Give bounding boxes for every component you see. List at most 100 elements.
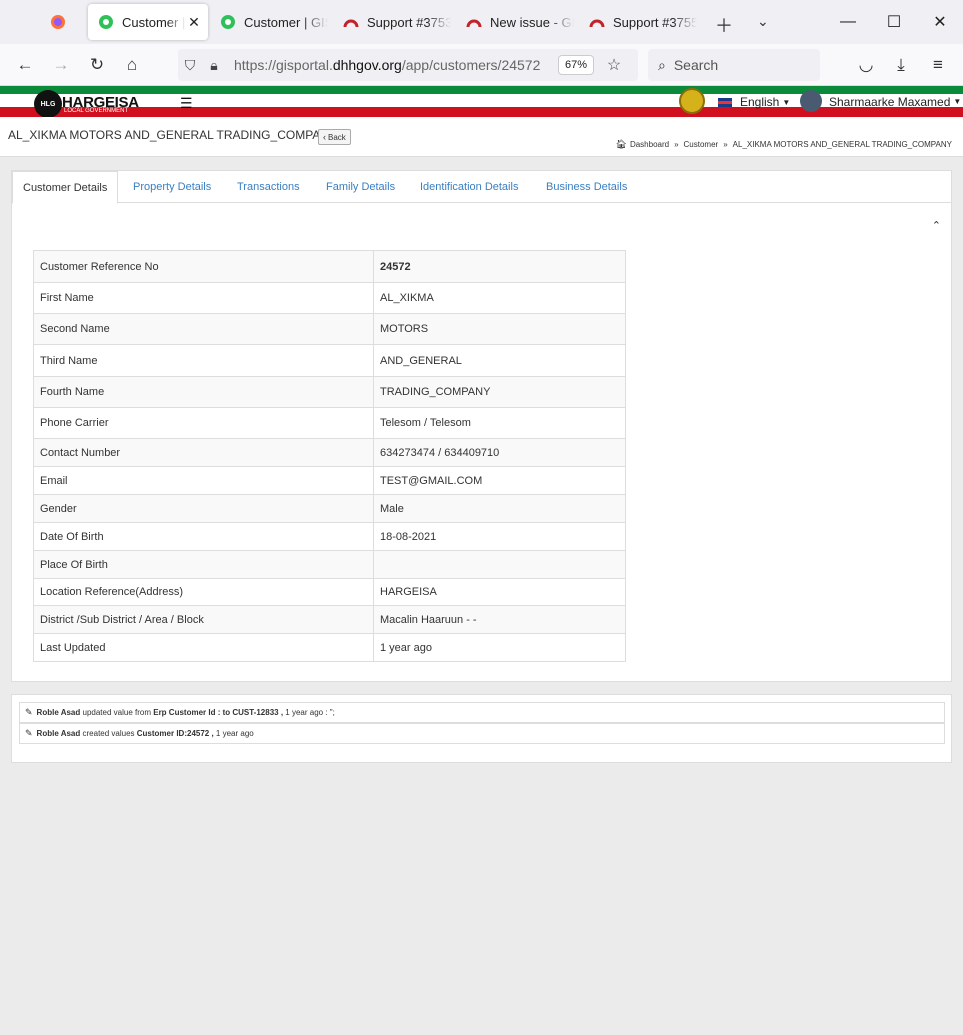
caret-down-icon: ▼	[953, 97, 962, 106]
browser-nav-bar: ← → ↻ ⌂ ⛉ 🔒︎ https://gisportal.dhhgov.or…	[0, 44, 963, 86]
tab-customer-active[interactable]: Customer | GIS ✕	[88, 4, 208, 40]
user-menu[interactable]: Sharmaarke Maxamed ▼	[829, 95, 961, 109]
tab-title: Customer | GIS	[122, 14, 186, 30]
reload-icon[interactable]: ↻	[85, 53, 109, 77]
browser-tab-bar: Customer | GIS ✕ Customer | GIS Support …	[0, 0, 963, 44]
search-placeholder: Search	[673, 57, 719, 73]
field-label: Last Updated	[33, 633, 374, 662]
field-label: Date Of Birth	[33, 522, 374, 551]
tab-transactions[interactable]: Transactions	[237, 171, 300, 203]
activity-item: ✎ Roble Asad updated value from Erp Cust…	[19, 702, 945, 723]
firefox-menu-tab[interactable]	[40, 4, 80, 40]
gis-favicon	[220, 14, 236, 30]
language-label: English	[740, 95, 780, 109]
customer-panel: Customer Details Property Details Transa…	[11, 170, 952, 682]
redmine-favicon	[466, 14, 482, 30]
table-row: Contact Number 634273474 / 634409710	[33, 438, 626, 467]
field-value: 634273474 / 634409710	[373, 438, 626, 467]
chevron-left-icon: ‹	[323, 132, 326, 142]
breadcrumb-separator-icon: »	[723, 140, 728, 149]
app-menu-icon[interactable]: ≡	[926, 53, 950, 77]
lock-icon[interactable]: 🔒︎	[202, 57, 226, 74]
field-label: District /Sub District / Area / Block	[33, 605, 374, 634]
tab-business-details[interactable]: Business Details	[546, 171, 627, 203]
tab-support-3755[interactable]: Support #3755	[579, 4, 697, 40]
brand-subtitle: LOCAL GOVERNMENT	[64, 108, 129, 114]
field-value: AND_GENERAL	[373, 344, 626, 377]
activity-item: ✎ Roble Asad created values Customer ID:…	[19, 723, 945, 744]
url-bar[interactable]: ⛉ 🔒︎ https://gisportal.dhhgov.org/app/cu…	[178, 49, 638, 81]
tab-identification-details[interactable]: Identification Details	[420, 171, 518, 203]
breadcrumb: 🏠︎ Dashboard » Customer » AL_XIKMA MOTOR…	[616, 139, 953, 150]
back-label: Back	[328, 132, 346, 142]
language-selector[interactable]: English ▼	[718, 95, 790, 109]
page-title: AL_XIKMA MOTORS AND_GENERAL TRADING_COMP…	[8, 128, 337, 142]
table-row: First Name AL_XIKMA	[33, 282, 626, 314]
tab-family-details[interactable]: Family Details	[326, 171, 395, 203]
table-row: District /Sub District / Area / Block Mac…	[33, 605, 626, 634]
hargeisa-logo[interactable]: HLG	[34, 90, 62, 117]
table-row: Customer Reference No 24572	[33, 250, 626, 283]
tab-support-3753[interactable]: Support #3753	[333, 4, 451, 40]
field-label: Second Name	[33, 313, 374, 345]
bookmark-star-icon[interactable]: ☆	[602, 55, 626, 75]
home-icon: 🏠︎	[615, 139, 627, 149]
tab-customer-details[interactable]: Customer Details	[12, 171, 119, 204]
tab-title: Support #3753	[367, 14, 451, 30]
close-tab-icon[interactable]: ✕	[186, 14, 202, 31]
search-icon: ⌕	[658, 56, 666, 73]
activity-time: 1 year ago	[215, 729, 254, 738]
browser-search-input[interactable]: ⌕ Search	[648, 49, 820, 81]
maximize-icon[interactable]: ☐	[871, 0, 917, 44]
field-label: Third Name	[33, 344, 374, 377]
breadcrumb-separator-icon: »	[674, 140, 679, 149]
pocket-icon[interactable]: ◡	[854, 53, 878, 77]
minimize-icon[interactable]: —	[825, 0, 871, 44]
field-value: Macalin Haaruun - -	[373, 605, 626, 634]
back-button[interactable]: ‹ Back	[318, 129, 351, 145]
user-name: Sharmaarke Maxamed	[829, 95, 951, 109]
collapse-chevron-up-icon[interactable]: ⌃	[932, 219, 941, 232]
field-value: TRADING_COMPANY	[373, 376, 626, 408]
tab-title: Customer | GIS	[244, 14, 328, 30]
table-row: Email TEST@GMAIL.COM	[33, 466, 626, 495]
table-row: Phone Carrier Telesom / Telesom	[33, 407, 626, 439]
field-label: First Name	[33, 282, 374, 314]
table-row: Place Of Birth	[33, 550, 626, 579]
tab-customer-2[interactable]: Customer | GIS	[210, 4, 328, 40]
activity-action: updated value from	[82, 708, 152, 717]
activity-target: Erp Customer Id : to CUST-12833 ,	[153, 708, 284, 717]
table-row: Date Of Birth 18-08-2021	[33, 522, 626, 551]
list-tabs-chevron-icon[interactable]: ⌄	[757, 13, 769, 30]
breadcrumb-dashboard[interactable]: Dashboard	[630, 140, 669, 149]
close-window-icon[interactable]: ✕	[917, 0, 963, 44]
field-label: Place Of Birth	[33, 550, 374, 579]
redmine-favicon	[343, 14, 359, 30]
field-value: HARGEISA	[373, 578, 626, 606]
shield-icon[interactable]: ⛉	[178, 57, 202, 74]
tab-new-issue[interactable]: New issue - GIS	[456, 4, 574, 40]
table-row: Gender Male	[33, 494, 626, 523]
field-label: Gender	[33, 494, 374, 523]
government-emblem-icon	[679, 88, 705, 114]
zoom-level-button[interactable]: 67%	[558, 55, 595, 75]
downloads-icon[interactable]: ⤓	[889, 53, 913, 77]
activity-target: Customer ID:24572 ,	[136, 729, 214, 738]
tab-property-details[interactable]: Property Details	[133, 171, 211, 203]
field-value: 18-08-2021	[373, 522, 626, 551]
hamburger-menu-icon[interactable]: ☰	[180, 95, 193, 112]
field-value: Male	[373, 494, 626, 523]
detail-tabs: Customer Details Property Details Transa…	[12, 171, 951, 204]
customer-details-table: Customer Reference No 24572 First Name AL_…	[33, 250, 626, 662]
page-title-bar: AL_XIKMA MOTORS AND_GENERAL TRADING_COMP…	[0, 117, 963, 157]
home-icon[interactable]: ⌂	[120, 53, 144, 77]
new-tab-icon[interactable]: ＋	[715, 12, 733, 38]
avatar[interactable]	[800, 90, 822, 112]
field-value: Telesom / Telesom	[373, 407, 626, 439]
back-arrow-icon[interactable]: ←	[13, 53, 37, 77]
url-text[interactable]: https://gisportal.dhhgov.org/app/custome…	[234, 57, 552, 73]
breadcrumb-customer[interactable]: Customer	[684, 140, 719, 149]
field-label: Customer Reference No	[33, 250, 374, 283]
tab-title: Support #3755	[613, 14, 697, 30]
forward-arrow-icon[interactable]: →	[49, 53, 73, 77]
